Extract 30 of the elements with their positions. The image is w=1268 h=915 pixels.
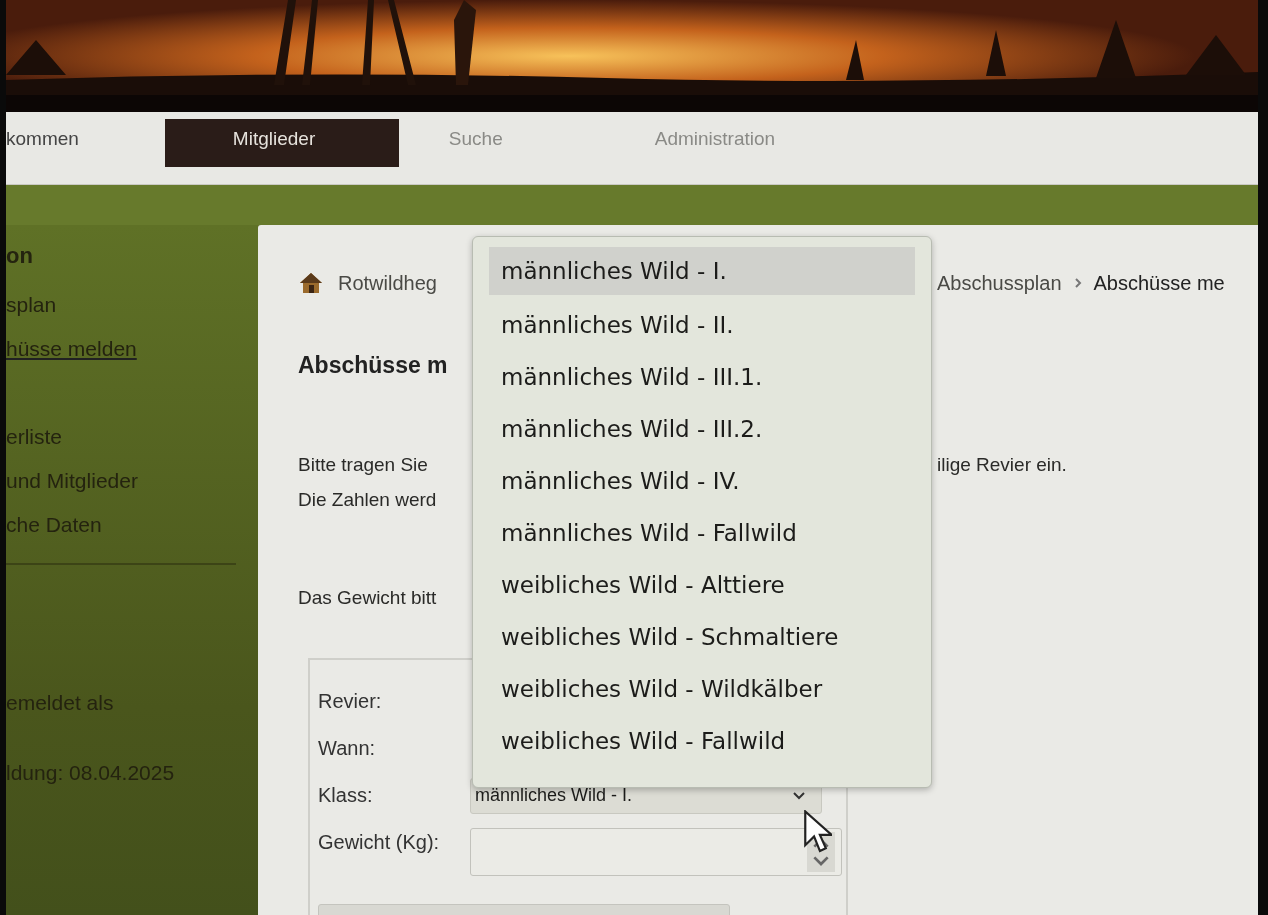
dropdown-option[interactable]: männliches Wild - III.2. xyxy=(489,403,915,455)
dropdown-option[interactable]: männliches Wild - II. xyxy=(489,299,915,351)
weight-note: Das Gewicht bitt xyxy=(298,587,438,610)
breadcrumb-link[interactable]: Abschüsse me xyxy=(1093,271,1225,295)
field-label: Revier: xyxy=(318,690,383,713)
caret-icon xyxy=(793,791,805,800)
breadcrumb-link[interactable]: Abschussplan xyxy=(937,271,1062,295)
dropdown-option[interactable]: weibliches Wild - Alttiere xyxy=(489,559,915,611)
nav-tab[interactable]: Mitglieder xyxy=(164,119,399,167)
field-label: Gewicht (Kg): xyxy=(318,831,441,854)
cursor-icon xyxy=(802,810,832,854)
intro-text: ilige Revier ein. xyxy=(937,453,1067,476)
dropdown-option[interactable]: weibliches Wild - Fallwild xyxy=(489,715,915,767)
breadcrumb-link[interactable]: Rotwildheg xyxy=(338,271,437,295)
nav-tab[interactable]: kommen xyxy=(6,119,165,167)
chevron-icon xyxy=(1073,278,1082,288)
dropdown-option[interactable]: weibliches Wild - Schmaltiere xyxy=(489,611,915,663)
intro-text: Bitte tragen Sie xyxy=(298,453,428,476)
home-icon[interactable] xyxy=(298,272,324,294)
field-label: Wann: xyxy=(318,737,377,760)
weight-input[interactable] xyxy=(470,827,842,876)
field-label: Klass: xyxy=(318,784,374,807)
dropdown-option[interactable]: weibliches Wild - Wildkälber xyxy=(489,663,915,715)
page-title: Abschüsse m xyxy=(298,351,449,380)
sidebar-heading: on xyxy=(6,243,34,270)
dropdown-option[interactable]: männliches Wild - I. xyxy=(489,247,915,295)
intro-text: Die Zahlen werd xyxy=(298,488,437,511)
dropdown-option[interactable]: männliches Wild - IV. xyxy=(489,455,915,507)
dropdown-option[interactable]: männliches Wild - Fallwild xyxy=(489,507,915,559)
dropdown-option[interactable]: männliches Wild - III.1. xyxy=(489,351,915,403)
